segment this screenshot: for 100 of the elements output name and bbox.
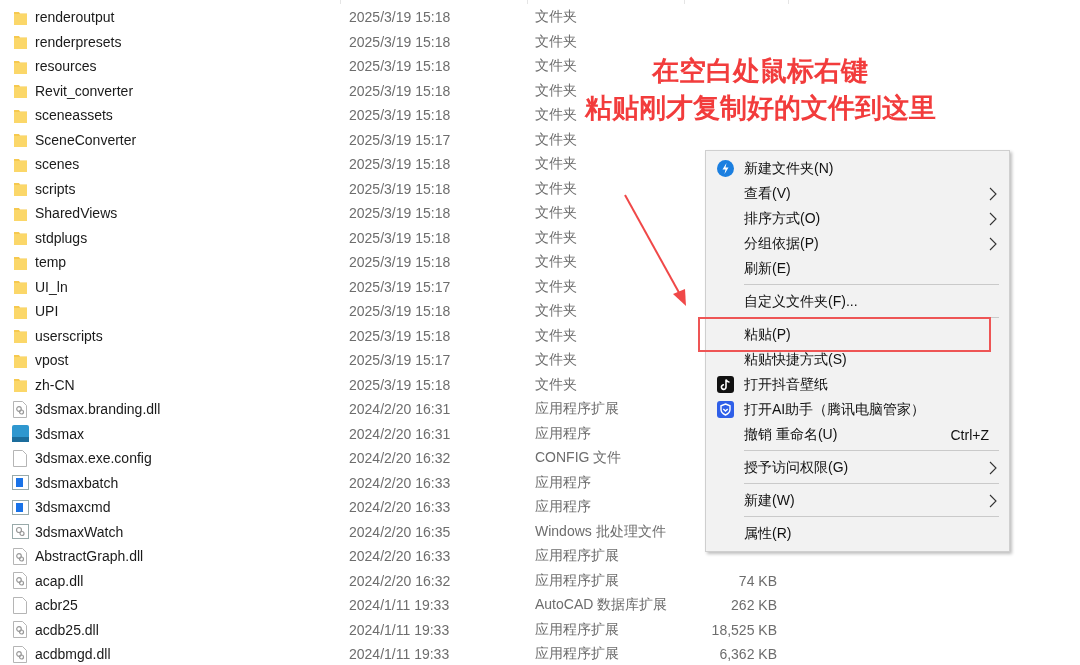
menu-item[interactable]: 查看(V) <box>706 181 1009 206</box>
modified-date: 2025/3/19 15:18 <box>349 107 452 124</box>
file-name[interactable]: zh-CN <box>35 376 349 393</box>
file-name[interactable]: stdplugs <box>35 229 349 246</box>
file-icon <box>13 449 27 467</box>
menu-item[interactable]: 新建文件夹(N) <box>706 156 1009 181</box>
modified-date: 2024/2/20 16:31 <box>349 401 452 418</box>
chevron-right-icon <box>989 187 997 201</box>
file-name[interactable]: 3dsmax.exe.config <box>35 450 349 467</box>
modified-date: 2025/3/19 15:18 <box>349 376 452 393</box>
file-name[interactable]: temp <box>35 254 349 271</box>
modified-date: 2024/1/11 19:33 <box>349 646 451 663</box>
menu-item[interactable]: 排序方式(O) <box>706 206 1009 231</box>
menu-item[interactable]: 授予访问权限(G) <box>706 455 1009 480</box>
file-name[interactable]: acap.dll <box>35 572 349 589</box>
file-type: 应用程序 <box>535 498 591 517</box>
file-name[interactable]: vpost <box>35 352 349 369</box>
modified-date: 2024/2/20 16:33 <box>349 474 452 491</box>
file-name[interactable]: SceneConverter <box>35 131 349 148</box>
file-name[interactable]: scripts <box>35 180 349 197</box>
modified-date: 2024/1/11 19:33 <box>349 597 451 614</box>
modified-date: 2025/3/19 15:17 <box>349 352 452 369</box>
folder-icon <box>13 107 27 123</box>
file-type: CONFIG 文件 <box>535 449 622 468</box>
file-name[interactable]: acbr25 <box>35 597 349 614</box>
menu-item[interactable]: 属性(R) <box>706 521 1009 546</box>
folder-icon <box>13 83 27 99</box>
folder-icon <box>13 132 27 148</box>
menu-item[interactable]: 分组依据(P) <box>706 231 1009 256</box>
file-size: 6,362 KB <box>718 646 777 663</box>
menu-item[interactable]: 粘贴(P) <box>706 322 1009 347</box>
modified-date: 2025/3/19 15:18 <box>349 327 452 344</box>
window-icon <box>11 499 29 515</box>
file-name[interactable]: userscripts <box>35 327 349 344</box>
file-name[interactable]: 3dsmax.branding.dll <box>35 401 349 418</box>
menu-item[interactable]: 打开抖音壁纸 <box>706 372 1009 397</box>
folder-icon <box>13 9 27 25</box>
modified-date: 2025/3/19 15:18 <box>349 180 452 197</box>
file-type: 文件夹 <box>535 375 577 394</box>
file-name[interactable]: UPI <box>35 303 349 320</box>
modified-date: 2025/3/19 15:18 <box>349 58 452 75</box>
modified-date: 2025/3/19 15:18 <box>349 303 452 320</box>
annotation-text: 在空白处鼠标右键 <box>652 55 868 88</box>
file-name[interactable]: resources <box>35 58 349 75</box>
file-name[interactable]: 3dsmax <box>35 425 349 442</box>
file-name[interactable]: 3dsmaxWatch <box>35 523 349 540</box>
modified-date: 2024/2/20 16:33 <box>349 548 452 565</box>
modified-date: 2025/3/19 15:18 <box>349 33 452 50</box>
menu-item[interactable]: 刷新(E) <box>706 256 1009 281</box>
modified-date: 2024/2/20 16:33 <box>349 499 452 516</box>
modified-date: 2025/3/19 15:18 <box>349 229 452 246</box>
folder-icon <box>13 377 27 393</box>
modified-date: 2025/3/19 15:18 <box>349 82 452 99</box>
folder-icon <box>13 205 27 221</box>
file-type: 文件夹 <box>535 8 577 27</box>
file-name[interactable]: renderpresets <box>35 33 349 50</box>
dll-file-icon <box>13 621 27 639</box>
folder-icon <box>13 34 27 50</box>
modified-date: 2025/3/19 15:17 <box>349 278 452 295</box>
file-type: 文件夹 <box>535 57 577 76</box>
menu-item[interactable]: 撤销 重命名(U) Ctrl+Z <box>706 422 1009 447</box>
file-size: 74 KB <box>737 572 777 589</box>
chevron-right-icon <box>989 237 997 251</box>
menu-item[interactable]: 新建(W) <box>706 488 1009 513</box>
file-type: AutoCAD 数据库扩展 <box>535 596 668 615</box>
chevron-right-icon <box>989 494 997 508</box>
file-type: 文件夹 <box>535 130 577 149</box>
shield-icon <box>716 401 734 418</box>
folder-icon <box>13 230 27 246</box>
file-name[interactable]: Revit_converter <box>35 82 349 99</box>
music-note-icon <box>716 376 734 393</box>
file-name[interactable]: acdb25.dll <box>35 621 349 638</box>
menu-item[interactable]: 粘贴快捷方式(S) <box>706 347 1009 372</box>
lightning-icon <box>716 160 734 177</box>
file-type: 应用程序 <box>535 424 591 443</box>
file-name[interactable]: 3dsmaxcmd <box>35 499 349 516</box>
file-type: 应用程序 <box>535 473 591 492</box>
annotation-text: 粘贴刚才复制好的文件到这里 <box>584 92 936 125</box>
file-type: 文件夹 <box>535 253 577 272</box>
window-icon <box>11 475 29 491</box>
file-name[interactable]: sceneassets <box>35 107 349 124</box>
menu-item[interactable]: 自定义文件夹(F)... <box>706 289 1009 314</box>
folder-icon <box>13 181 27 197</box>
file-type: 文件夹 <box>535 179 577 198</box>
dll-file-icon <box>13 547 27 565</box>
file-name[interactable]: renderoutput <box>35 9 349 26</box>
modified-date: 2024/2/20 16:32 <box>349 572 452 589</box>
file-name[interactable]: 3dsmaxbatch <box>35 474 349 491</box>
file-name[interactable]: acdbmgd.dll <box>35 646 349 663</box>
menu-item[interactable]: 打开AI助手（腾讯电脑管家） <box>706 397 1009 422</box>
modified-date: 2025/3/19 15:18 <box>349 205 452 222</box>
file-type: 文件夹 <box>535 204 577 223</box>
file-name[interactable]: scenes <box>35 156 349 173</box>
file-type: Windows 批处理文件 <box>535 522 666 541</box>
file-name[interactable]: UI_ln <box>35 278 349 295</box>
file-name[interactable]: AbstractGraph.dll <box>35 548 349 565</box>
folder-icon <box>13 156 27 172</box>
modified-date: 2024/1/11 19:33 <box>349 621 451 638</box>
file-name[interactable]: SharedViews <box>35 205 349 222</box>
modified-date: 2024/2/20 16:32 <box>349 450 452 467</box>
